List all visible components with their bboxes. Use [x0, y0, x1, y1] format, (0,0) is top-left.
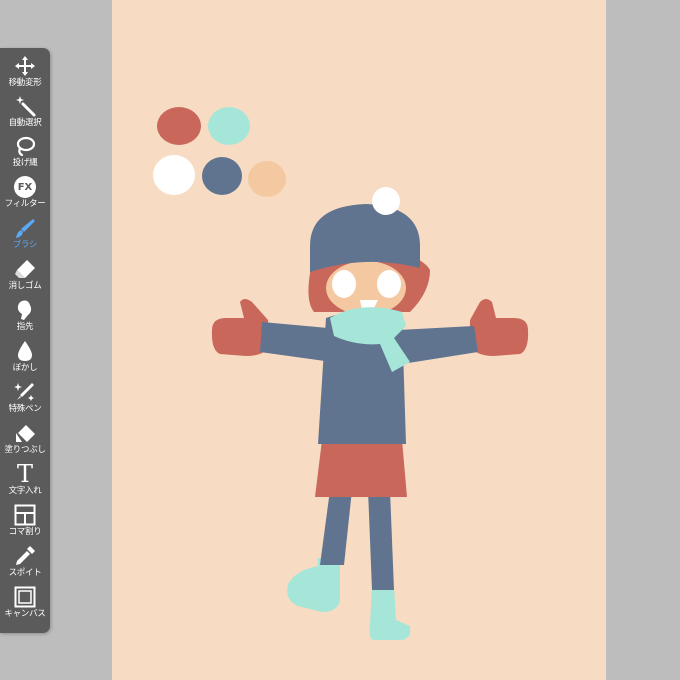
right-arm	[398, 326, 478, 364]
right-boot	[369, 588, 411, 640]
tool-label: 移動変形	[8, 78, 42, 88]
fill-bucket-icon	[13, 421, 37, 445]
canvas-icon	[13, 585, 37, 609]
palette-swatch-white[interactable]	[153, 155, 195, 195]
tool-filter[interactable]: FX フィルター	[0, 175, 50, 215]
panel-divide-icon	[13, 503, 37, 527]
brush-icon	[13, 216, 37, 240]
tool-eyedropper[interactable]: スポイト	[0, 544, 50, 584]
tool-finger[interactable]: 指先	[0, 298, 50, 338]
tool-label: 自動選択	[8, 118, 42, 128]
tool-label: 消しゴム	[8, 281, 42, 291]
tool-label: 塗りつぶし	[4, 445, 46, 455]
text-icon: T	[16, 460, 33, 488]
character-illustration	[211, 187, 529, 640]
filter-fx-icon: FX	[13, 175, 37, 199]
tool-canvas[interactable]: キャンバス	[0, 585, 50, 625]
blur-drop-icon	[13, 339, 37, 363]
tool-text[interactable]: T 文字入れ	[0, 462, 50, 502]
move-transform-icon	[13, 54, 37, 78]
left-arm	[260, 322, 332, 362]
right-eye	[377, 270, 401, 298]
tool-blur[interactable]: ぼかし	[0, 339, 50, 379]
color-palette	[153, 107, 286, 197]
tool-label: 特殊ペン	[8, 404, 42, 414]
tool-special-pen[interactable]: 特殊ペン	[0, 380, 50, 420]
tool-label: 指先	[16, 322, 34, 332]
skirt	[315, 440, 407, 497]
tool-label: 投げ縄	[12, 158, 38, 168]
right-mitten	[470, 299, 529, 356]
tool-label: フィルター	[4, 199, 46, 209]
tool-label: ブラシ	[12, 240, 38, 250]
lasso-icon	[13, 134, 37, 158]
palette-swatch-peach[interactable]	[248, 161, 286, 197]
tool-label: スポイト	[8, 568, 42, 578]
tool-lasso[interactable]: 投げ縄	[0, 134, 50, 174]
special-pen-icon	[13, 380, 37, 404]
left-leg	[320, 490, 352, 565]
tool-fill[interactable]: 塗りつぶし	[0, 421, 50, 461]
left-boot	[287, 558, 340, 612]
tool-sidebar: 移動変形 自動選択 投げ縄 FX フィルター ブラシ 消しゴム 指先 ぼかし 特…	[0, 48, 50, 633]
hat	[310, 204, 420, 272]
hat-pompom	[372, 187, 400, 215]
magic-wand-icon	[13, 94, 37, 118]
tool-panel-divide[interactable]: コマ割り	[0, 503, 50, 543]
palette-swatch-mint[interactable]	[208, 107, 250, 145]
tool-move-transform[interactable]: 移動変形	[0, 54, 50, 94]
tool-label: コマ割り	[8, 527, 42, 537]
eraser-icon	[13, 257, 37, 281]
tool-brush[interactable]: ブラシ	[0, 216, 50, 256]
palette-swatch-navy[interactable]	[202, 157, 242, 195]
canvas-artwork	[153, 107, 529, 640]
tool-label: ぼかし	[12, 363, 38, 373]
tool-label: キャンバス	[4, 609, 46, 619]
tool-auto-select[interactable]: 自動選択	[0, 94, 50, 134]
drawing-canvas[interactable]	[112, 0, 606, 680]
tool-label: 文字入れ	[8, 486, 42, 496]
right-leg	[368, 490, 394, 590]
palette-swatch-red[interactable]	[157, 107, 201, 145]
finger-smudge-icon	[13, 298, 37, 322]
tool-eraser[interactable]: 消しゴム	[0, 257, 50, 297]
eyedropper-icon	[13, 544, 37, 568]
